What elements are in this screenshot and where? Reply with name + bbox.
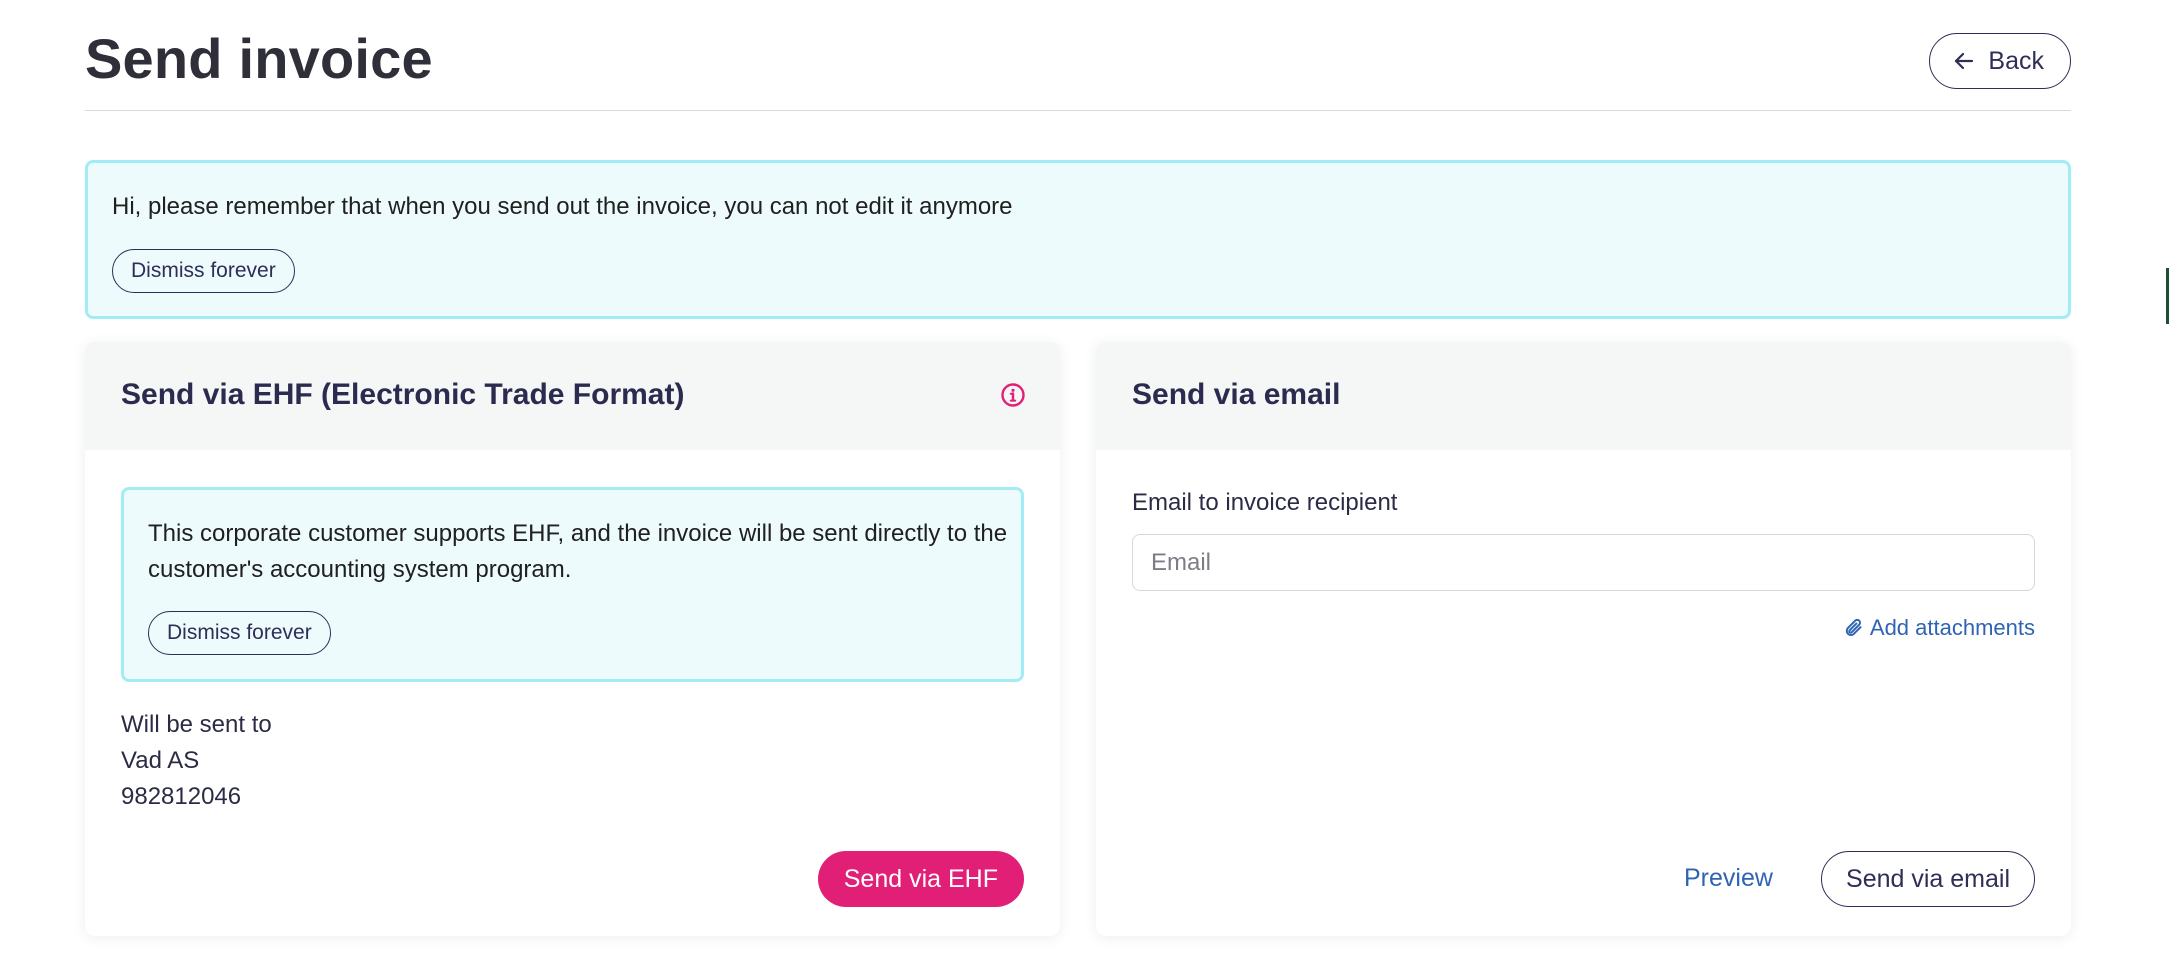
ehf-card: Send via EHF (Electronic Trade Format) T…	[85, 342, 1060, 936]
ehf-card-header: Send via EHF (Electronic Trade Format)	[85, 342, 1060, 450]
recipient-name: Vad AS	[121, 747, 200, 774]
notice-message: Hi, please remember that when you send o…	[112, 193, 1013, 220]
email-card-header: Send via email	[1096, 342, 2071, 450]
ehf-dismiss-forever-button[interactable]: Dismiss forever	[148, 611, 331, 655]
add-attachments-link[interactable]: Add attachments	[1844, 615, 2035, 641]
recipient-org-number: 982812046	[121, 783, 242, 810]
back-button-label: Back	[1988, 46, 2044, 75]
email-field[interactable]	[1132, 534, 2035, 591]
page-header: Send invoice Back	[85, 20, 2071, 111]
sent-to-label: Will be sent to	[121, 711, 272, 738]
ehf-support-notice: This corporate customer supports EHF, an…	[121, 487, 1024, 682]
email-card-title: Send via email	[1132, 378, 1341, 411]
info-circle-icon[interactable]	[1000, 382, 1026, 408]
preview-link[interactable]: Preview	[1684, 864, 1773, 893]
add-attachments-label: Add attachments	[1869, 615, 2035, 640]
ehf-notice-text: This corporate customer supports EHF, an…	[148, 520, 1008, 583]
recipient-info: Will be sent to Vad AS 982812046	[121, 707, 272, 815]
send-via-email-button[interactable]: Send via email	[1821, 851, 2035, 907]
send-via-ehf-button[interactable]: Send via EHF	[817, 851, 1024, 907]
arrow-left-icon	[1955, 52, 1974, 70]
send-invoice-page: Send invoice Back Hi, please remember th…	[0, 0, 2169, 955]
edit-warning-notice: Hi, please remember that when you send o…	[85, 160, 2071, 319]
paperclip-icon	[1845, 618, 1862, 636]
dismiss-forever-button[interactable]: Dismiss forever	[112, 249, 295, 293]
back-button[interactable]: Back	[1929, 33, 2071, 89]
ehf-card-title: Send via EHF (Electronic Trade Format)	[121, 378, 685, 411]
email-field-label: Email to invoice recipient	[1132, 489, 1398, 516]
email-card: Send via email Email to invoice recipien…	[1096, 342, 2071, 936]
page-title: Send invoice	[85, 27, 433, 90]
